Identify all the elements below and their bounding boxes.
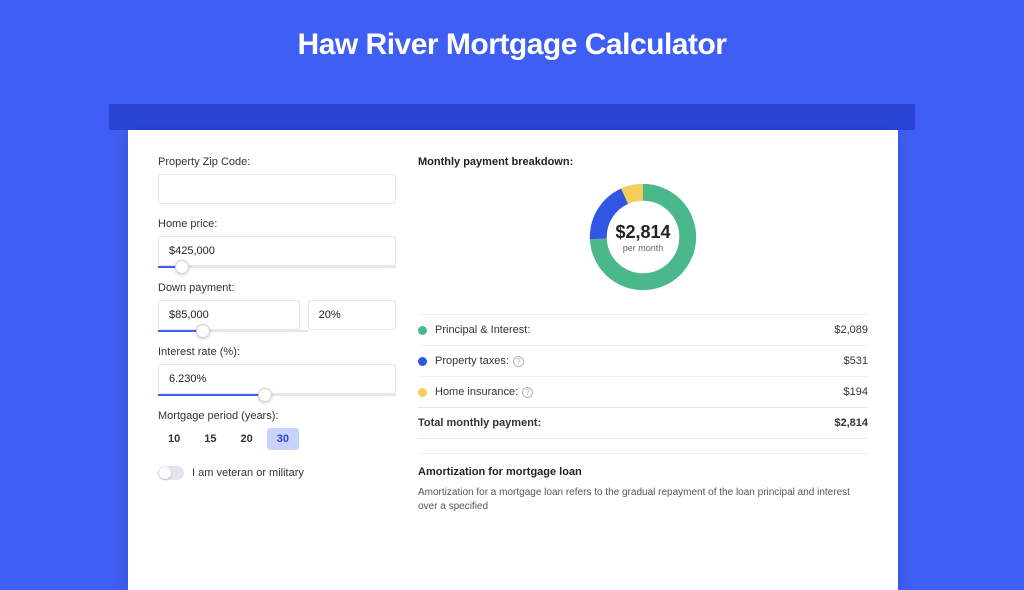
breakdown-row-total: Total monthly payment: $2,814 [418,407,868,439]
donut-center: $2,814 per month [584,178,702,296]
donut-amount: $2,814 [615,222,670,243]
home-price-slider[interactable] [158,266,396,268]
veteran-label: I am veteran or military [192,467,304,479]
amortization-text: Amortization for a mortgage loan refers … [418,486,868,514]
breakdown-title: Monthly payment breakdown: [418,156,868,168]
breakdown-amount: $531 [844,355,868,367]
breakdown-row-tax: Property taxes: ? $531 [418,345,868,376]
down-payment-amount-input[interactable] [158,300,300,330]
breakdown-label: Property taxes: [435,355,509,367]
breakdown-amount: $2,089 [834,324,868,336]
total-amount: $2,814 [834,417,868,429]
interest-label: Interest rate (%): [158,346,396,358]
interest-slider[interactable] [158,394,396,396]
period-button-row: 10 15 20 30 [158,428,396,450]
donut-chart: $2,814 per month [584,178,702,296]
breakdown-row-insurance: Home insurance: ? $194 [418,376,868,407]
interest-block: Interest rate (%): [158,346,396,396]
period-block: Mortgage period (years): 10 15 20 30 [158,410,396,450]
interest-input[interactable] [158,364,396,394]
period-btn-20[interactable]: 20 [231,428,263,450]
veteran-toggle-row: I am veteran or military [158,466,396,480]
slider-thumb[interactable] [258,388,272,402]
breakdown-row-principal: Principal & Interest: $2,089 [418,314,868,345]
zip-label: Property Zip Code: [158,156,396,168]
period-btn-15[interactable]: 15 [194,428,226,450]
page-title: Haw River Mortgage Calculator [0,0,1024,80]
slider-thumb[interactable] [175,260,189,274]
zip-input[interactable] [158,174,396,204]
dot-icon [418,388,427,397]
dot-icon [418,357,427,366]
down-payment-label: Down payment: [158,282,396,294]
header-stripe [109,104,915,130]
breakdown-label: Home insurance: [435,386,518,398]
calculator-card: Property Zip Code: Home price: Down paym… [128,130,898,590]
breakdown-column: Monthly payment breakdown: $2,814 per mo… [418,156,868,564]
slider-thumb[interactable] [196,324,210,338]
period-label: Mortgage period (years): [158,410,396,422]
down-payment-slider[interactable] [158,330,308,332]
breakdown-amount: $194 [844,386,868,398]
period-btn-30[interactable]: 30 [267,428,299,450]
total-label: Total monthly payment: [418,417,541,429]
slider-fill [158,394,265,396]
veteran-toggle[interactable] [158,466,184,480]
info-icon[interactable]: ? [513,356,524,367]
home-price-input[interactable] [158,236,396,266]
zip-field-block: Property Zip Code: [158,156,396,204]
amortization-title: Amortization for mortgage loan [418,466,868,478]
donut-sub: per month [623,243,664,253]
toggle-knob [159,467,171,479]
info-icon[interactable]: ? [522,387,533,398]
period-btn-10[interactable]: 10 [158,428,190,450]
form-column: Property Zip Code: Home price: Down paym… [158,156,396,564]
donut-wrap: $2,814 per month [418,178,868,296]
home-price-block: Home price: [158,218,396,268]
home-price-label: Home price: [158,218,396,230]
down-payment-pct-input[interactable] [308,300,396,330]
amortization-section: Amortization for mortgage loan Amortizat… [418,453,868,514]
dot-icon [418,326,427,335]
down-payment-block: Down payment: [158,282,396,332]
breakdown-label: Principal & Interest: [435,324,530,336]
